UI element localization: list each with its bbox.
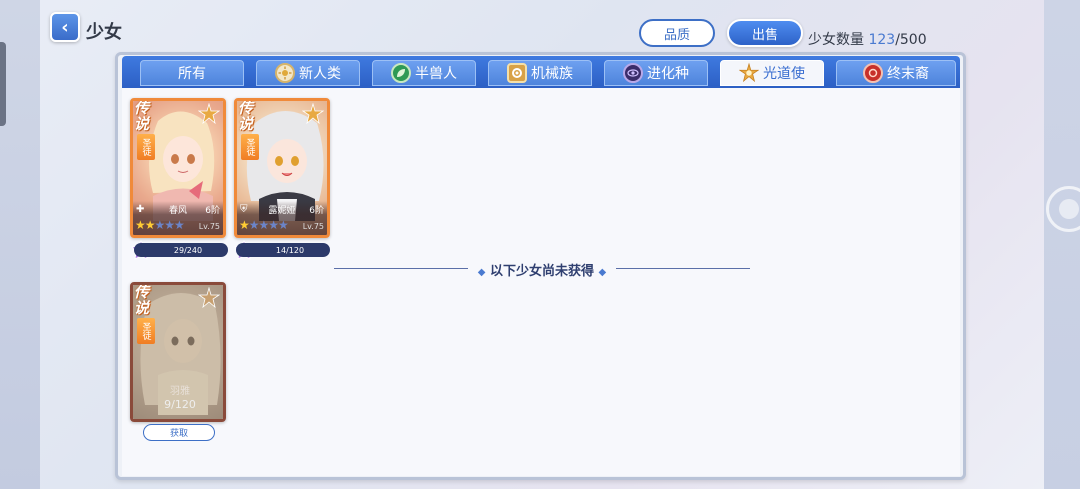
fragment-progress: 29/240 [134, 243, 228, 257]
count-current: 123 [868, 32, 896, 48]
locked-character-name: 羽雅 [170, 386, 190, 397]
locked-fragment-progress: 9/120 [164, 398, 196, 411]
rarity-label: 传说 [134, 283, 150, 317]
count-label: 少女数量 [808, 32, 864, 48]
divider-line-right [616, 268, 750, 269]
light-element-icon [197, 286, 221, 309]
edge-handle[interactable] [0, 42, 6, 126]
rarity-badge: 传说 圣徒 [134, 99, 160, 162]
girl-count: 少女数量 123/500 [808, 29, 927, 49]
back-button[interactable]: ‹ [50, 12, 80, 42]
character-level: Lv.75 [302, 222, 324, 231]
tab-label: 半兽人 [415, 66, 457, 82]
page-title: 少女 [86, 22, 122, 43]
left-backdrop [0, 0, 40, 489]
right-backdrop [1044, 0, 1080, 489]
tab-label: 新人类 [299, 66, 341, 82]
tab-mechanical[interactable]: 机械族 [488, 60, 592, 86]
tab-label: 进化种 [647, 66, 689, 82]
tab-light-envoy[interactable]: 光道使 [720, 60, 824, 86]
star-emblem-icon [739, 62, 759, 83]
tab-label: 机械族 [531, 66, 573, 82]
obtain-button[interactable]: 获取 [143, 424, 215, 441]
leaf-emblem-icon [391, 63, 411, 83]
chevron-left-icon: ‹ [61, 16, 69, 38]
count-max: /500 [895, 32, 927, 48]
tab-new-human[interactable]: 新人类 [256, 60, 360, 86]
diamond-icon: ◆ [598, 267, 607, 278]
rarity-sub-label: 圣徒 [137, 318, 155, 344]
star-rating: ★★★★★ [239, 218, 289, 232]
tab-all[interactable]: 所有 [140, 60, 244, 86]
girl-card[interactable]: 传说 圣徒 ✚ 春风 6阶 ★★★★★ Lv.75 [130, 98, 226, 238]
girl-card[interactable]: 传说 圣徒 ⛨ 露妮娅 6阶 ★★★★★ Lv.75 [234, 98, 330, 238]
tab-label: 光道使 [763, 66, 805, 82]
tab-end-descendant[interactable]: 终末裔 [836, 60, 956, 86]
rarity-label: 传说 [134, 99, 150, 133]
quality-sort-button[interactable]: 品质 [639, 19, 715, 47]
character-stage: 6阶 [309, 206, 324, 216]
tab-label: 所有 [178, 66, 206, 82]
sell-button[interactable]: 出售 [727, 19, 803, 47]
tab-label: 终末裔 [887, 66, 929, 82]
rarity-badge: 传说 圣徒 [238, 99, 264, 162]
rarity-label: 传说 [238, 99, 254, 133]
gear-emblem-icon [507, 63, 527, 83]
divider-line-left [334, 268, 468, 269]
rarity-sub-label: 圣徒 [137, 134, 155, 160]
rarity-badge: 传说 圣徒 [134, 283, 160, 346]
tab-orc[interactable]: 半兽人 [372, 60, 476, 86]
divider-label: 以下少女尚未获得 [489, 264, 594, 279]
character-stage: 6阶 [205, 206, 220, 216]
decorative-emblem-icon [1046, 186, 1080, 232]
sun-emblem-icon [275, 63, 295, 83]
eye-emblem-icon [623, 63, 643, 83]
not-obtained-divider: ◆ 以下少女尚未获得 ◆ [470, 260, 614, 279]
fire-emblem-icon [863, 63, 883, 83]
fragment-progress: 14/120 [236, 243, 330, 257]
character-level: Lv.75 [198, 222, 220, 231]
light-element-icon [301, 102, 325, 125]
light-element-icon [197, 102, 221, 125]
diamond-icon: ◆ [477, 267, 486, 278]
star-rating: ★★★★★ [135, 218, 185, 232]
rarity-sub-label: 圣徒 [241, 134, 259, 160]
tab-evolved[interactable]: 进化种 [604, 60, 708, 86]
